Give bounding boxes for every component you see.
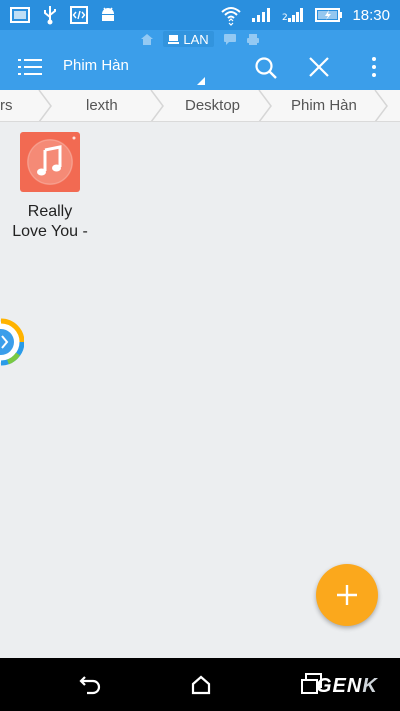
file-name: Really Love You - (5, 202, 95, 242)
floating-widget-icon[interactable] (0, 318, 24, 366)
breadcrumb-separator (38, 90, 52, 121)
file-item[interactable]: Really Love You - (5, 132, 95, 242)
developer-icon (70, 6, 88, 24)
breadcrumb-separator (374, 90, 388, 121)
close-icon[interactable] (308, 56, 330, 78)
clock: 18:30 (352, 6, 390, 24)
breadcrumb-separator (150, 90, 164, 121)
search-icon[interactable] (254, 56, 278, 80)
signal-2-icon: 2 (282, 8, 304, 23)
computer-icon (168, 34, 180, 44)
dropdown-arrow-icon (197, 77, 205, 85)
breadcrumb-item[interactable]: lexth (86, 90, 118, 121)
toolbar: LAN Phim Hàn (0, 30, 400, 90)
breadcrumb-separator (258, 90, 272, 121)
breadcrumb-item[interactable]: Desktop (185, 90, 240, 121)
chat-icon[interactable] (223, 33, 237, 45)
usb-icon (44, 6, 56, 25)
tab-lan[interactable]: LAN (163, 31, 214, 47)
file-name-line1: Really (27, 203, 73, 220)
wifi-icon (221, 7, 242, 26)
window-tabs: LAN (0, 30, 400, 48)
breadcrumb-item[interactable]: rs (0, 90, 13, 121)
add-fab-button[interactable] (316, 564, 378, 626)
printer-icon[interactable] (246, 33, 260, 46)
signal-icon (252, 8, 271, 22)
plus-icon (337, 585, 357, 605)
home-nav-icon[interactable] (190, 674, 212, 696)
navigation-bar: GENK (0, 658, 400, 711)
folder-title-dropdown[interactable]: Phim Hàn (63, 57, 205, 85)
android-icon (102, 7, 114, 21)
svg-text:2: 2 (282, 13, 288, 23)
home-tab-icon[interactable] (140, 33, 154, 46)
breadcrumb-item-current[interactable]: Phim Hàn (291, 90, 357, 121)
more-vertical-icon[interactable] (364, 56, 384, 78)
battery-charging-icon (315, 8, 343, 22)
genk-watermark: GENK (316, 675, 378, 698)
breadcrumb: rs lexth Desktop Phim Hàn (0, 90, 400, 122)
tab-lan-label: LAN (183, 31, 209, 47)
gallery-icon (10, 7, 30, 23)
file-name-line2: Love You - (12, 223, 88, 240)
music-file-icon (20, 132, 80, 192)
folder-title: Phim Hàn (63, 57, 129, 74)
watermark-text: GEN (316, 675, 363, 697)
status-bar: 2 18:30 (0, 0, 400, 30)
back-icon[interactable] (78, 674, 102, 696)
watermark-k: K (362, 675, 378, 697)
menu-icon[interactable] (18, 57, 42, 77)
